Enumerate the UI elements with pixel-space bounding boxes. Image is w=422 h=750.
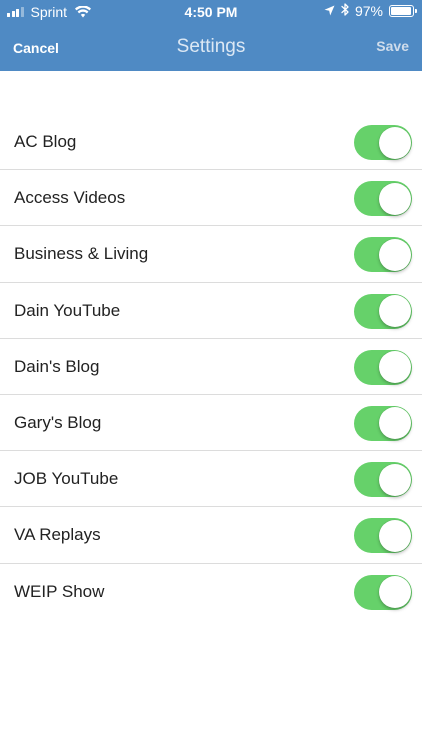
toggle-knob (378, 407, 411, 440)
list-item-label: Access Videos (14, 188, 126, 208)
toggle-knob (378, 463, 411, 496)
toggle-knob (378, 182, 411, 215)
list-item-label: Dain's Blog (14, 356, 100, 376)
toggle-switch[interactable] (354, 405, 412, 441)
list-item-label: Dain YouTube (14, 300, 121, 320)
status-bar: Sprint 4:50 PM 97% (0, 0, 422, 24)
toggle-knob (378, 576, 411, 608)
toggle-knob (378, 351, 411, 384)
list-item: Access Videos (0, 170, 422, 227)
list-item: JOB YouTube (0, 451, 422, 508)
list-item-label: JOB YouTube (14, 469, 119, 489)
header: Sprint 4:50 PM 97% Cancel Settings Save (0, 0, 422, 71)
list-item: Dain's Blog (0, 339, 422, 396)
location-arrow-icon (324, 3, 335, 19)
list-item: Dain YouTube (0, 283, 422, 339)
page-title: Settings (176, 36, 246, 57)
toggle-switch[interactable] (354, 237, 412, 273)
list-item: VA Replays (0, 507, 422, 564)
list-item-label: VA Replays (14, 525, 101, 545)
toggle-knob (378, 126, 411, 159)
save-button[interactable]: Save (376, 38, 409, 54)
toggle-switch[interactable] (354, 181, 412, 217)
toggle-switch[interactable] (354, 349, 412, 385)
status-right: 97% (324, 3, 417, 19)
bluetooth-icon (341, 3, 349, 19)
nav-bar: Cancel Settings Save (0, 24, 422, 71)
toggle-switch[interactable] (354, 462, 412, 498)
toggle-switch[interactable] (354, 125, 412, 160)
toggle-switch[interactable] (354, 574, 412, 610)
list-item: WEIP Show (0, 564, 422, 620)
toggle-knob (378, 519, 411, 552)
list-item: AC Blog (0, 114, 422, 171)
feed-settings-list: AC Blog Access Videos Business & Living … (0, 114, 422, 620)
list-item-label: Business & Living (14, 244, 149, 264)
toggle-knob (378, 295, 411, 328)
list-item: Gary's Blog (0, 395, 422, 452)
list-item-label: WEIP Show (14, 581, 105, 601)
battery-percent: 97% (354, 3, 383, 19)
toggle-switch[interactable] (354, 518, 412, 554)
list-item: Business & Living (0, 226, 422, 283)
toggle-knob (378, 238, 411, 271)
list-item-label: Gary's Blog (14, 412, 102, 432)
battery-icon (389, 5, 417, 17)
toggle-switch[interactable] (354, 293, 412, 329)
list-item-label: AC Blog (14, 132, 77, 151)
